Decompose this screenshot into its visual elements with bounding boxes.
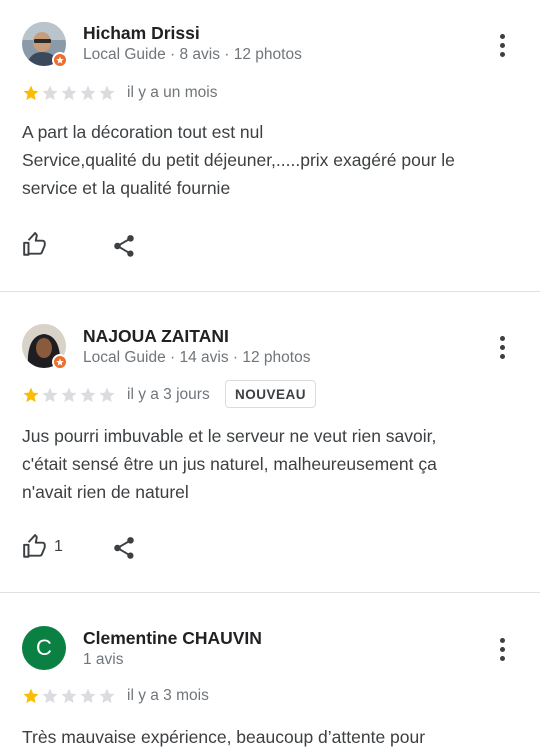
star-icon [99, 85, 115, 101]
like-count: 1 [54, 538, 63, 555]
reviewer-meta: 1 avis [83, 651, 124, 668]
star-icon [23, 387, 39, 403]
reviewer-meta: Local Guide · 8 avis · 12 photos [83, 46, 302, 63]
star-icon [80, 85, 96, 101]
more-vert-icon[interactable] [490, 332, 514, 362]
like-button[interactable]: 1 [22, 534, 63, 560]
review-text-line: c'était sensé être un jus naturel, malhe… [22, 454, 437, 474]
review-card: C Clementine CHAUVIN 1 avis il y a 3 moi… [0, 593, 540, 755]
review-card: Hicham Drissi Local Guide · 8 avis · 12 … [0, 0, 540, 292]
star-icon [23, 85, 39, 101]
new-badge: NOUVEAU [225, 380, 317, 408]
rating-stars [22, 84, 116, 102]
star-icon [80, 387, 96, 403]
review-text-line: Service,qualité du petit déjeuner,.....p… [22, 150, 455, 170]
review-time: il y a 3 mois [127, 687, 209, 704]
review-text-line: Très mauvaise expérience, beaucoup d’att… [22, 727, 426, 747]
review-text-line: Jus pourri imbuvable et le serveur ne ve… [22, 426, 437, 446]
review-text: Jus pourri imbuvable et le serveur ne ve… [22, 422, 518, 506]
review-text: Très mauvaise expérience, beaucoup d’att… [22, 723, 518, 751]
review-text-line: n'avait rien de naturel [22, 482, 189, 502]
rating-stars [22, 687, 116, 705]
review-card: NAJOUA ZAITANI Local Guide · 14 avis · 1… [0, 292, 540, 593]
star-icon [42, 85, 58, 101]
star-icon [99, 387, 115, 403]
star-icon [99, 688, 115, 704]
star-icon [61, 688, 77, 704]
avatar[interactable] [22, 324, 68, 370]
star-icon [80, 688, 96, 704]
more-vert-icon[interactable] [490, 634, 514, 664]
review-time: il y a un mois [127, 84, 218, 101]
star-icon [61, 85, 77, 101]
star-icon [23, 688, 39, 704]
share-icon[interactable] [111, 535, 137, 561]
star-icon [42, 688, 58, 704]
review-text-line: A part la décoration tout est nul [22, 122, 264, 142]
thumbs-up-icon [23, 534, 46, 558]
avatar[interactable]: C [22, 626, 66, 670]
local-guide-icon [52, 354, 68, 370]
like-button[interactable] [22, 232, 54, 258]
review-text-line: service et la qualité fournie [22, 178, 231, 198]
more-vert-icon[interactable] [490, 30, 514, 60]
reviewer-name[interactable]: Clementine CHAUVIN [83, 628, 262, 649]
thumbs-up-icon [23, 232, 46, 256]
reviewer-meta: Local Guide · 14 avis · 12 photos [83, 349, 311, 366]
share-icon[interactable] [111, 233, 137, 259]
rating-stars [22, 386, 116, 404]
review-time: il y a 3 jours [127, 386, 210, 403]
reviewer-name[interactable]: NAJOUA ZAITANI [83, 326, 229, 347]
reviewer-name[interactable]: Hicham Drissi [83, 23, 200, 44]
local-guide-icon [52, 52, 68, 68]
star-icon [61, 387, 77, 403]
review-text: A part la décoration tout est nul Servic… [22, 118, 518, 202]
star-icon [42, 387, 58, 403]
avatar[interactable] [22, 22, 68, 68]
